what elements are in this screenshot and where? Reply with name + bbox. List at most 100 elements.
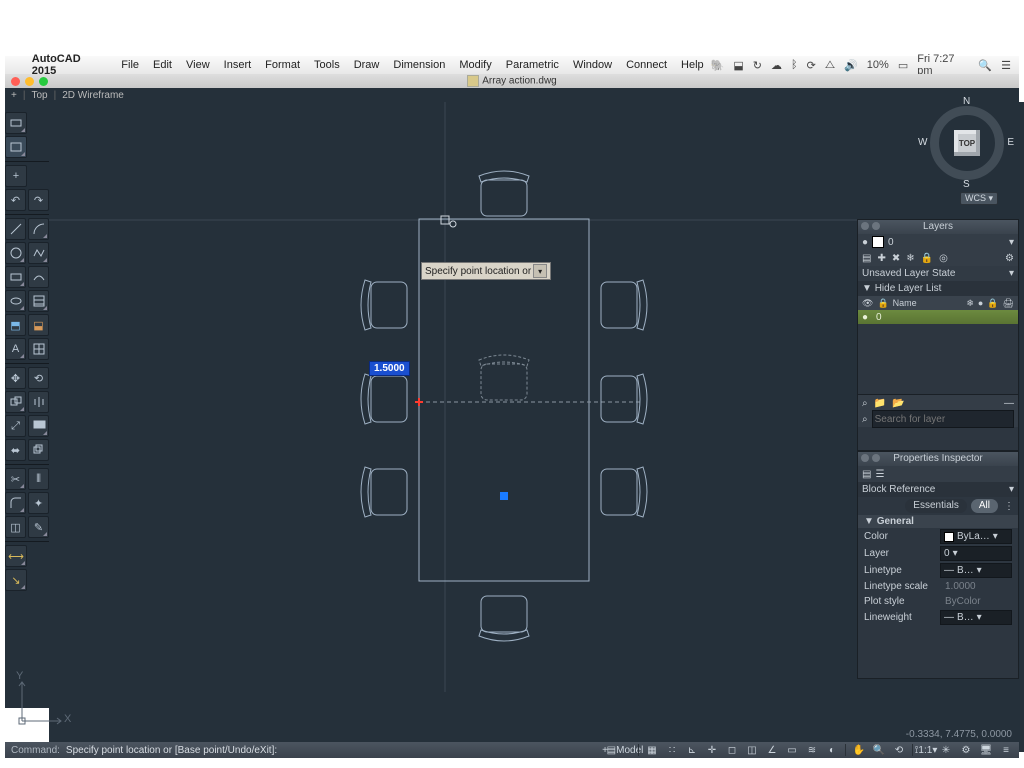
tool-erase[interactable]: ◫ xyxy=(5,516,26,538)
battery-percent[interactable]: 10% xyxy=(867,59,889,71)
panel-collapse-icon[interactable] xyxy=(872,222,880,230)
annotation-scale[interactable]: ⟟ 1:1 ▾ xyxy=(917,743,935,757)
dropbox-icon[interactable]: ⬓ xyxy=(733,59,743,72)
tool-scale[interactable]: ⤢ xyxy=(5,415,26,437)
sb-grid-icon[interactable]: ▦ xyxy=(643,743,661,757)
sb-monitor-icon[interactable]: 🖥 xyxy=(977,743,995,757)
sb-more-icon[interactable]: ≡ xyxy=(997,743,1015,757)
sb-orbit-icon[interactable]: ⟲ xyxy=(890,743,908,757)
sb-lineweight-icon[interactable]: ≋ xyxy=(803,743,821,757)
command-text[interactable]: Specify point location or [Base point/Un… xyxy=(66,745,287,756)
chevron-down-icon[interactable]: ▾ xyxy=(1009,268,1014,279)
sb-otrack-icon[interactable]: ∠ xyxy=(763,743,781,757)
menu-modify[interactable]: Modify xyxy=(452,59,498,71)
battery-icon[interactable]: ▭ xyxy=(898,59,908,72)
filter-essentials[interactable]: Essentials xyxy=(905,499,967,513)
layer-search-input[interactable] xyxy=(872,410,1014,428)
tool-leader[interactable]: ↘ xyxy=(5,569,27,591)
sb-snap-icon[interactable]: ∷ xyxy=(663,743,681,757)
tool-dimension[interactable]: ⟷ xyxy=(5,545,27,567)
layer-current[interactable]: 0 xyxy=(888,237,1005,248)
sb-zoom-icon[interactable]: 🔍 xyxy=(870,743,888,757)
compass-south[interactable]: S xyxy=(963,179,970,190)
tool-stretch[interactable]: ⬌ xyxy=(5,439,26,461)
sb-osnap-icon[interactable]: ◻ xyxy=(723,743,741,757)
prop-layer-value[interactable]: 0 ▾ xyxy=(940,546,1012,561)
menu-view[interactable]: View xyxy=(179,59,217,71)
layer-state-dropdown[interactable]: Unsaved Layer State xyxy=(862,268,1005,279)
hide-layer-list-toggle[interactable]: ▼ Hide Layer List xyxy=(862,283,941,294)
tool-copy[interactable] xyxy=(5,391,26,413)
tool-explode[interactable]: ✦ xyxy=(28,492,49,514)
layer-dropdown-icon[interactable]: ▾ xyxy=(1009,237,1014,248)
layer-freeze-icon[interactable]: ❄ xyxy=(906,253,914,264)
props-tab-quick-icon[interactable]: ▤ xyxy=(862,469,871,480)
dynamic-input-dropdown[interactable]: ▾ xyxy=(533,264,547,278)
prop-color-value[interactable]: ByLa… ▾ xyxy=(940,529,1012,544)
tool-text[interactable]: A xyxy=(5,338,26,360)
dynamic-input-value[interactable]: 1.5000 xyxy=(369,361,410,376)
tool-pedit[interactable]: ✎ xyxy=(28,516,49,538)
panel-collapse-icon[interactable] xyxy=(872,454,880,462)
props-tab-full-icon[interactable]: ☰ xyxy=(875,469,884,480)
chevron-down-icon[interactable]: ▾ xyxy=(1009,484,1014,495)
viewcube[interactable]: TOP N E S W xyxy=(922,98,1012,188)
filter-more-icon[interactable]: ⋮ xyxy=(1004,501,1014,512)
menu-parametric[interactable]: Parametric xyxy=(499,59,566,71)
tool-spline[interactable] xyxy=(28,266,49,288)
filter-all[interactable]: All xyxy=(971,499,998,513)
tool-rotate[interactable]: ⟲ xyxy=(28,367,49,389)
layer-new-icon[interactable]: ✚ xyxy=(877,253,885,264)
wcs-dropdown[interactable]: WCS ▾ xyxy=(960,192,998,205)
tool-workspace[interactable] xyxy=(5,112,27,134)
sb-transparency-icon[interactable]: ◐ xyxy=(823,743,841,757)
menu-format[interactable]: Format xyxy=(258,59,307,71)
layer-folder-new-icon[interactable]: 📂 xyxy=(892,398,904,409)
layer-lock-icon[interactable]: 🔒 xyxy=(921,253,933,264)
compass-west[interactable]: W xyxy=(918,137,927,148)
layer-isolate-icon[interactable]: ◎ xyxy=(939,253,948,264)
sb-3dosnap-icon[interactable]: ◫ xyxy=(743,743,761,757)
tool-rect[interactable] xyxy=(5,266,26,288)
sb-dyn-input-icon[interactable]: ▭ xyxy=(783,743,801,757)
tool-rectangle[interactable] xyxy=(5,136,27,158)
tool-make-block[interactable]: ⬓ xyxy=(28,314,49,336)
sb-pan-icon[interactable]: ✋ xyxy=(850,743,868,757)
menu-tools[interactable]: Tools xyxy=(307,59,347,71)
model-space-button[interactable]: ▤ Model xyxy=(616,743,634,757)
sb-annoscale-icon[interactable]: ✳ xyxy=(937,743,955,757)
menu-edit[interactable]: Edit xyxy=(146,59,179,71)
tool-ellipse[interactable] xyxy=(5,290,26,312)
tool-polyline[interactable] xyxy=(28,242,49,264)
viewport-style[interactable]: 2D Wireframe xyxy=(62,90,124,101)
notification-center-icon[interactable]: ☰ xyxy=(1001,59,1011,72)
wifi-icon[interactable]: ⧍ xyxy=(825,59,835,72)
tool-move[interactable]: ✥ xyxy=(5,367,26,389)
panel-close-icon[interactable] xyxy=(861,222,869,230)
evernote-icon[interactable]: 🐘 xyxy=(711,59,725,72)
layer-list-header[interactable]: 👁🔒Name❄●🔒🖨 xyxy=(858,296,1018,310)
volume-icon[interactable]: 🔊 xyxy=(844,59,858,72)
layer-delete-icon[interactable]: ✖ xyxy=(892,253,900,264)
section-general[interactable]: ▼ General xyxy=(858,515,1018,528)
prop-lineweight-value[interactable]: — B… ▾ xyxy=(940,610,1012,625)
menu-dimension[interactable]: Dimension xyxy=(386,59,452,71)
tool-fillet[interactable] xyxy=(5,492,26,514)
viewport-view[interactable]: Top xyxy=(31,90,47,101)
layer-on-icon[interactable]: ● xyxy=(862,237,868,248)
layer-settings-icon[interactable]: ⚙ xyxy=(1005,253,1014,264)
tool-array[interactable] xyxy=(28,415,49,437)
layer-filter-icon[interactable]: ⌕ xyxy=(862,398,868,409)
tool-offset[interactable] xyxy=(28,439,49,461)
tool-join[interactable]: ⫴ xyxy=(28,468,49,490)
menu-help[interactable]: Help xyxy=(674,59,711,71)
panel-close-icon[interactable] xyxy=(861,454,869,462)
layer-row-0[interactable]: ●0 xyxy=(858,310,1018,324)
sb-workspace-icon[interactable]: ⚙ xyxy=(957,743,975,757)
tool-hatch[interactable] xyxy=(28,290,49,312)
sb-polar-icon[interactable]: ✛ xyxy=(703,743,721,757)
viewcube-top-face[interactable]: TOP xyxy=(954,130,980,156)
spotlight-icon[interactable]: 🔍 xyxy=(978,59,992,72)
tool-mirror[interactable] xyxy=(28,391,49,413)
tool-table[interactable] xyxy=(28,338,49,360)
